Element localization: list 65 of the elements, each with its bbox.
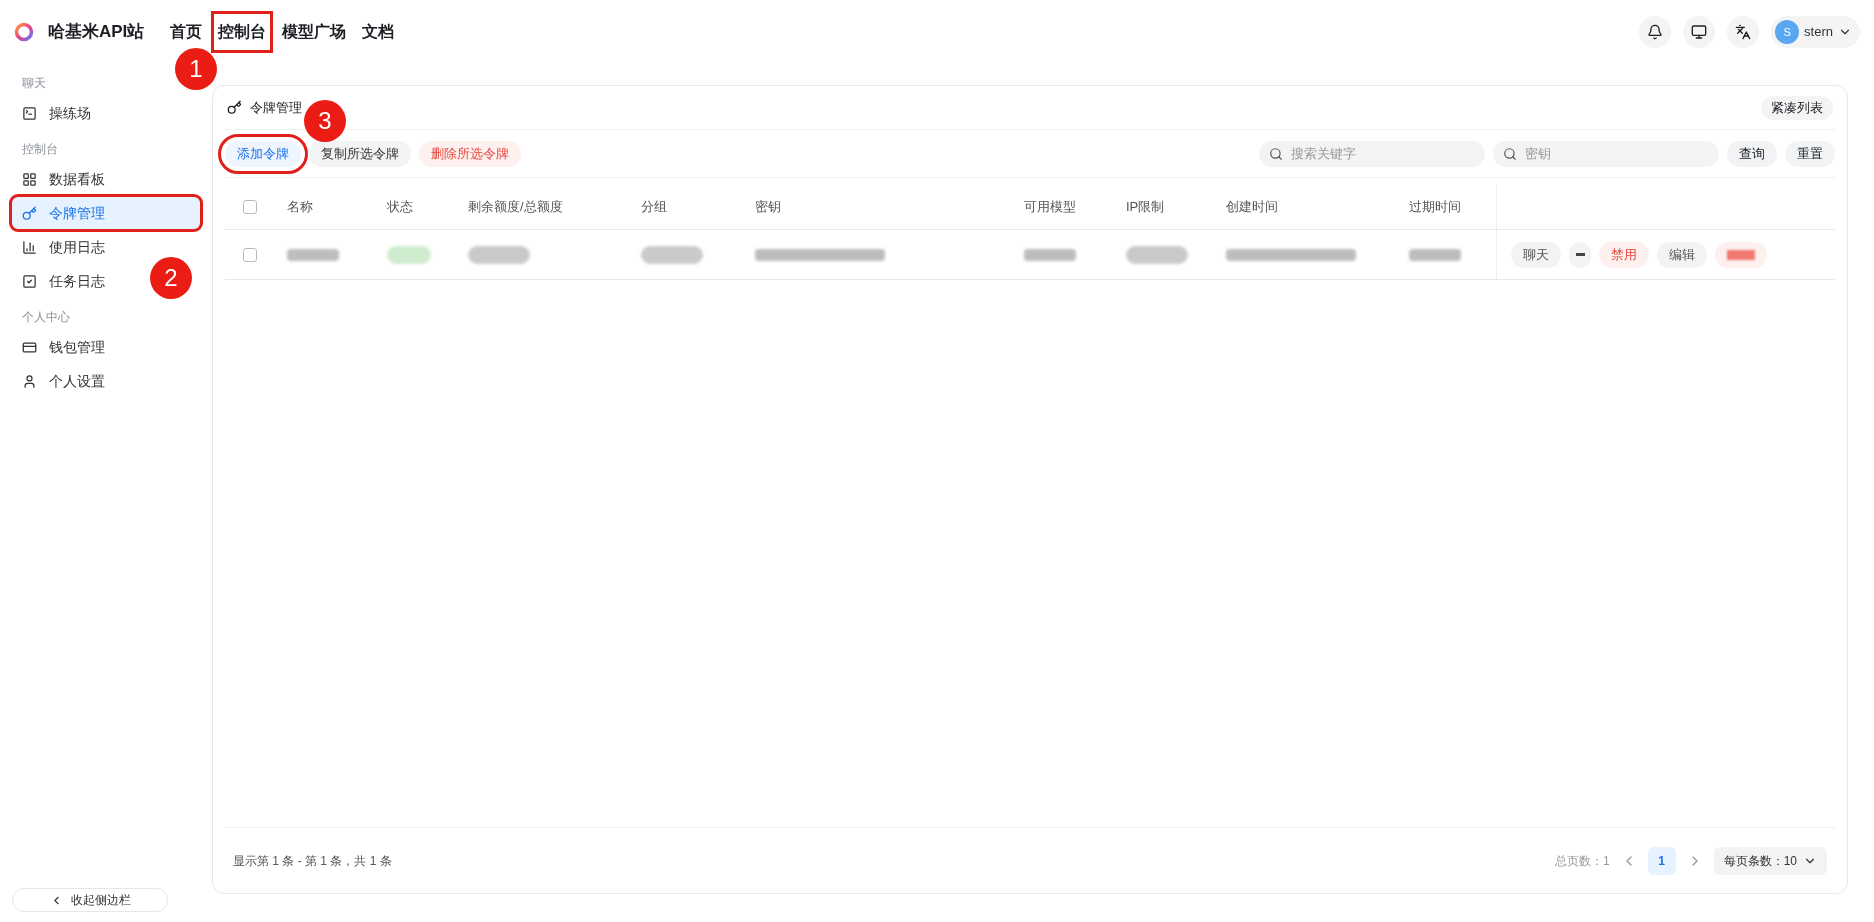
column-header: 分组 [641, 198, 667, 214]
column-header: 创建时间 [1226, 198, 1278, 214]
action-button[interactable]: 禁用 [1599, 241, 1649, 268]
search-icon [1503, 146, 1517, 161]
user-menu-button[interactable]: S stern [1771, 16, 1860, 48]
key-icon [227, 100, 242, 115]
dropdown-button[interactable] [1569, 241, 1591, 268]
bar-chart-icon [22, 239, 37, 255]
column-header: 密钥 [755, 198, 781, 214]
sidebar-item[interactable]: 令牌管理 [12, 197, 200, 229]
action-button[interactable]: 聊天 [1511, 241, 1561, 268]
grid-icon [22, 171, 37, 187]
toolbar-button[interactable]: 删除所选令牌 [419, 140, 521, 167]
summary-text: 显示第 1 条 - 第 1 条，共 1 条 [233, 852, 392, 870]
display-button[interactable] [1683, 16, 1716, 48]
notification-button[interactable] [1639, 16, 1672, 48]
column-header: IP限制 [1126, 198, 1165, 214]
total-pages-text: 总页数：1 [1554, 852, 1610, 870]
toolbar-button[interactable]: 复制所选令牌 [309, 140, 411, 167]
sidebar-heading: 个人中心 [21, 309, 71, 326]
page-button[interactable]: 1 [1647, 846, 1676, 875]
translate-icon [1735, 24, 1752, 40]
panel-title: 令牌管理 [250, 98, 302, 117]
user-avatar: S [1775, 20, 1800, 44]
logo-icon [14, 22, 34, 42]
search-field[interactable]: 搜索关键字 [1259, 140, 1485, 167]
page-size-select[interactable]: 每页条数：10 [1713, 846, 1827, 875]
bell-icon [1647, 24, 1664, 40]
sidebar-heading: 聊天 [21, 75, 47, 92]
card-icon [22, 339, 37, 355]
column-header: 名称 [287, 198, 313, 214]
sidebar-item[interactable]: 操练场 [12, 97, 111, 129]
user-icon [22, 373, 37, 389]
sidebar-item[interactable]: 使用日志 [12, 231, 125, 263]
select-all-checkbox[interactable] [243, 199, 257, 214]
nav-link[interactable]: 模型广场 [278, 14, 351, 50]
step-marker: 1 [175, 48, 217, 90]
monitor-icon [1691, 24, 1708, 40]
sidebar-item[interactable]: 任务日志 [12, 265, 125, 297]
search-field[interactable]: 密钥 [1493, 140, 1719, 167]
sidebar-heading: 控制台 [21, 141, 59, 158]
brand-name: 哈基米API站 [48, 21, 145, 44]
column-header: 剩余额度/总额度 [468, 198, 563, 214]
nav-link[interactable]: 首页 [166, 14, 207, 50]
sidebar-item[interactable]: 数据看板 [12, 163, 125, 195]
column-header: 状态 [387, 198, 413, 214]
column-header: 可用模型 [1024, 198, 1076, 214]
row-checkbox[interactable] [243, 247, 257, 262]
sidebar-item[interactable]: 钱包管理 [12, 331, 125, 363]
key-icon [22, 205, 37, 221]
column-header: 过期时间 [1409, 198, 1461, 214]
query-button[interactable]: 查询 [1727, 140, 1777, 167]
checkbox-icon [22, 273, 37, 289]
terminal-icon [22, 105, 37, 121]
nav-link[interactable]: 文档 [358, 14, 399, 50]
nav-link[interactable]: 控制台 [214, 14, 271, 50]
compact-list-button[interactable]: 紧凑列表 [1761, 95, 1833, 120]
language-button[interactable] [1727, 16, 1760, 48]
sidebar-item[interactable]: 个人设置 [12, 365, 125, 397]
reset-button[interactable]: 重置 [1785, 140, 1835, 167]
redacted-action-button[interactable] [1715, 241, 1767, 268]
search-icon [1269, 146, 1283, 161]
step-marker: 2 [150, 257, 192, 299]
action-button[interactable]: 编辑 [1657, 241, 1707, 268]
step-marker: 3 [304, 100, 346, 142]
